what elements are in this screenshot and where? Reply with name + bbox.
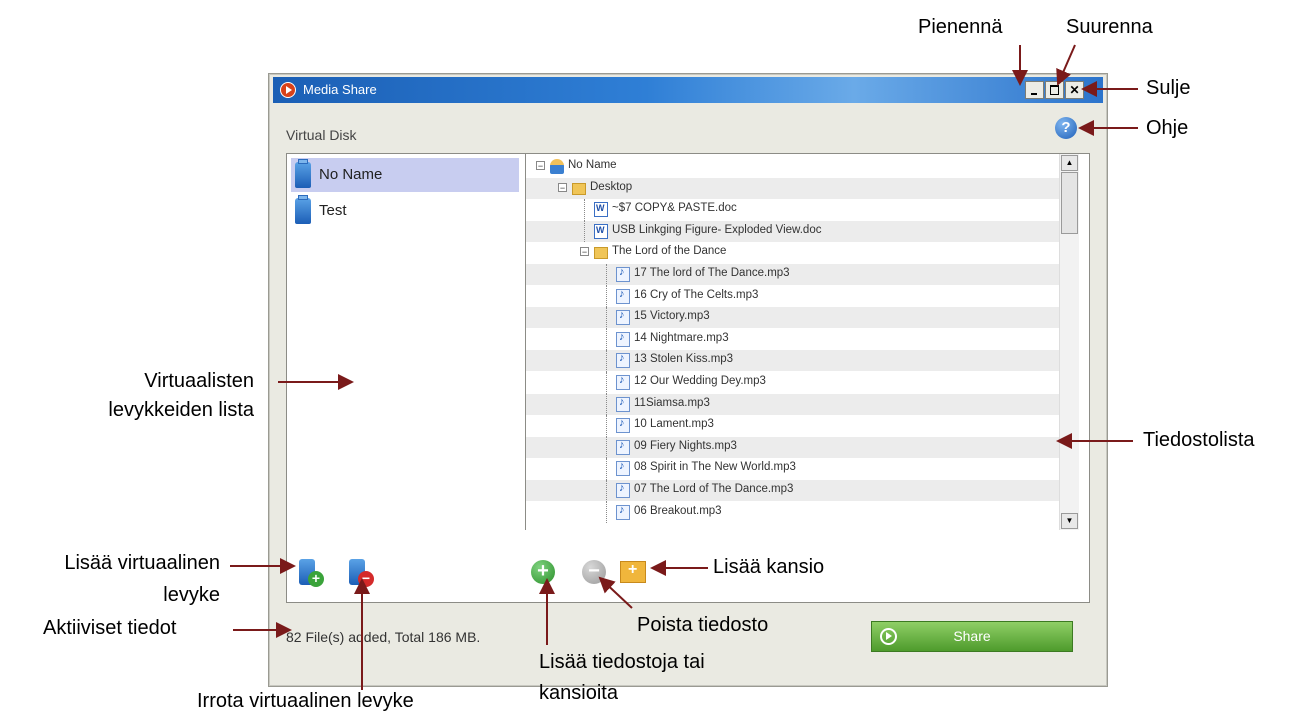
- arrow-remove-file: [598, 576, 633, 609]
- annotation-file-list: Tiedostolista: [1143, 429, 1255, 451]
- annotation-arrows: [230, 44, 1138, 690]
- annotation-add-files-1: Lisää tiedostoja tai: [539, 651, 705, 673]
- annotation-remove-file: Poista tiedosto: [637, 614, 769, 636]
- arrow-maximize: [1056, 44, 1076, 86]
- annotation-disk-list-1: Virtuaalisten: [144, 370, 254, 392]
- annotation-add-disk-1: Lisää virtuaalinen: [64, 552, 220, 574]
- annotation-add-folder: Lisää kansio: [713, 556, 825, 578]
- annotation-remove-disk: Irrota virtuaalinen levyke: [197, 690, 414, 712]
- annotation-close: Sulje: [1146, 77, 1191, 99]
- annotation-maximize: Suurenna: [1066, 16, 1153, 38]
- annotation-disk-list-2: levykkeiden lista: [108, 399, 254, 421]
- annotation-add-disk-2: levyke: [163, 584, 220, 606]
- annotation-status: Aktiiviset tiedot: [43, 617, 177, 639]
- annotation-help: Ohje: [1146, 117, 1189, 139]
- annotation-add-files-2: kansioita: [539, 682, 618, 704]
- annotation-minimize: Pienennä: [918, 16, 1003, 38]
